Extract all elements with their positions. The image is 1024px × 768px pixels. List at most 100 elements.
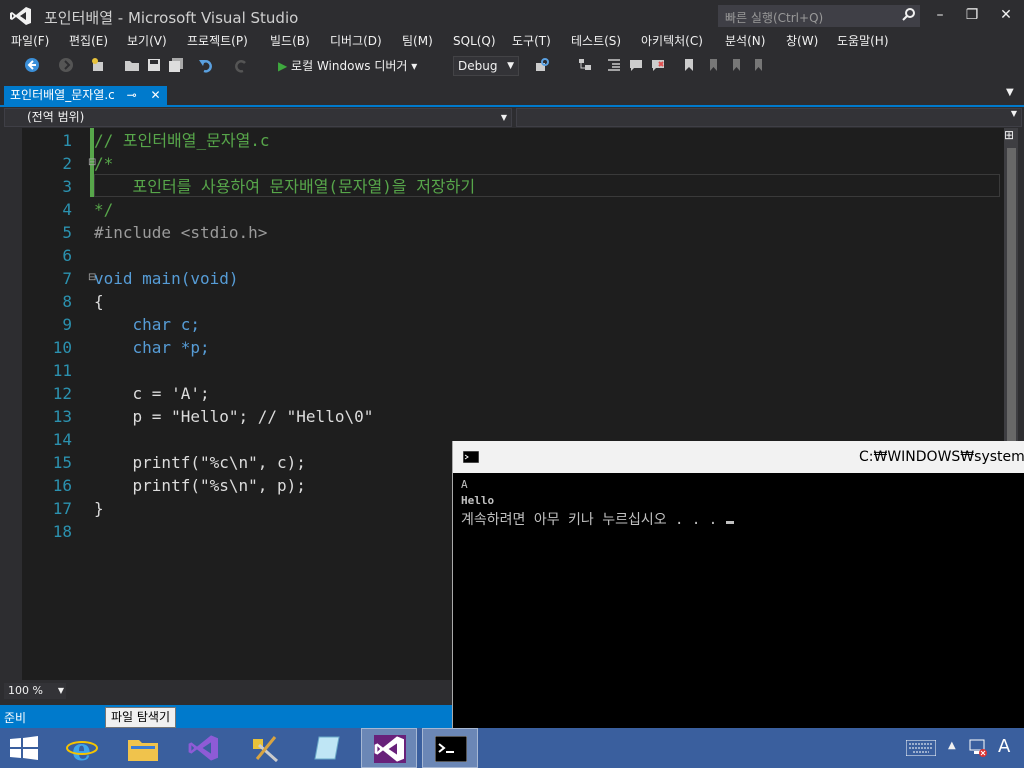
line-number: 1 [62,131,72,150]
menu-architecture[interactable]: 아키텍처(C) [641,32,703,50]
menu-edit[interactable]: 편집(E) [69,32,108,50]
line-number: 10 [52,338,72,357]
undo-icon[interactable] [198,57,214,73]
code-text: char *p; [94,338,210,357]
menu-window[interactable]: 창(W) [786,32,818,50]
console-app-icon [463,451,479,463]
console-title-bar[interactable]: C:₩WINDOWS₩system32 [453,441,1024,473]
code-text: void main(void) [94,269,239,288]
code-text: } [94,499,104,518]
line-number: 13 [52,407,72,426]
taskbar-command-prompt[interactable] [422,728,478,768]
menu-sql[interactable]: SQL(Q) [453,32,496,50]
forward-icon[interactable] [58,57,74,73]
line-number: 8 [62,292,72,311]
split-editor-icon[interactable]: ⊞ [1004,128,1014,142]
show-hidden-icons-icon[interactable]: ▲ [948,740,956,751]
console-line: 계속하려면 아무 키나 누르십시오 . . . [461,512,726,528]
code-text: */ [94,200,114,219]
line-number: 17 [52,499,72,518]
code-line: 3 포인터를 사용하여 문자배열(문자열)을 저장하기 [22,175,1004,198]
code-line: 4 */ [22,198,1004,221]
open-file-icon[interactable] [124,57,140,73]
visual-studio-icon [188,735,218,761]
taskbar-notepad-app[interactable] [299,728,355,768]
close-tab-icon[interactable]: ✕ [150,88,160,102]
scope-select[interactable]: (전역 범위) ▼ [4,108,512,127]
code-line: 10 char *p; [22,336,1004,359]
member-select[interactable]: ▼ [516,108,1022,127]
console-window[interactable]: C:₩WINDOWS₩system32 A Hello 계속하려면 아무 키나 … [452,441,1024,730]
console-line: Hello [461,494,495,507]
back-icon[interactable] [24,57,40,73]
next-bookmark-icon[interactable] [727,57,743,73]
line-number: 2 [62,154,72,173]
save-icon[interactable] [146,57,162,73]
ime-indicator[interactable]: A [998,736,1010,757]
minimize-button[interactable]: – [926,4,954,26]
menu-test[interactable]: 테스트(S) [571,32,621,50]
menu-project[interactable]: 프로젝트(P) [187,32,248,50]
taskbar-file-explorer[interactable] [115,728,171,768]
clear-bookmarks-icon[interactable] [751,57,767,73]
line-number: 3 [62,177,72,196]
command-prompt-icon [435,736,467,762]
zoom-select[interactable]: 100 % ▼ [4,683,66,699]
line-number: 12 [52,384,72,403]
menu-build[interactable]: 빌드(B) [270,32,310,50]
code-line: 1 // 포인터배열_문자열.c [22,129,1004,152]
pin-icon[interactable]: ⊸ [127,88,137,102]
chevron-down-icon: ▼ [500,113,507,122]
menu-file[interactable]: 파일(F) [11,32,49,50]
solution-explorer-icon[interactable] [577,57,593,73]
quick-launch-input[interactable]: 빠른 실행(Ctrl+Q) [718,5,920,27]
code-line: 12 c = 'A'; [22,382,1004,405]
search-icon[interactable] [902,7,916,21]
status-text: 준비 [4,711,27,725]
taskbar-internet-explorer[interactable]: e [54,728,110,768]
taskbar-visual-studio-active[interactable] [361,728,417,768]
code-line: 11 [22,359,1004,382]
code-text: p = "Hello"; // "Hello\0" [94,407,374,426]
previous-bookmark-icon[interactable] [704,57,720,73]
menu-tools[interactable]: 도구(T) [512,32,551,50]
tab-overflow-dropdown-icon[interactable]: ▼ [1006,87,1014,98]
save-all-icon[interactable] [168,57,184,73]
navigation-bar: (전역 범위) ▼ ▼ [4,107,1022,127]
taskbar-visual-studio[interactable] [176,728,232,768]
solution-configuration-select[interactable]: Debug ▼ [453,56,519,76]
uncomment-icon[interactable] [650,57,666,73]
find-in-files-icon[interactable] [534,57,550,73]
restore-button[interactable]: ❐ [958,4,986,26]
start-debugger-button[interactable]: ▶ 로컬 Windows 디버거 ▾ [278,56,417,76]
redo-icon[interactable] [233,57,249,73]
line-number: 11 [52,361,72,380]
window-title: 포인터배열 - Microsoft Visual Studio [44,9,299,27]
bookmark-icon[interactable] [681,57,697,73]
taskbar-tool-app[interactable] [237,728,293,768]
network-icon[interactable] [968,738,988,758]
close-window-button[interactable]: ✕ [992,4,1020,26]
comment-icon[interactable] [628,57,644,73]
line-number: 9 [62,315,72,334]
code-text: printf("%s\n", p); [94,476,306,495]
menu-analyze[interactable]: 분석(N) [725,32,765,50]
menu-team[interactable]: 팀(M) [402,32,433,50]
new-project-icon[interactable] [90,57,106,73]
tab-source-file[interactable]: 포인터배열_문자열.c ⊸ ✕ [4,86,167,105]
indent-icon[interactable] [606,57,622,73]
quick-launch-placeholder: 빠른 실행(Ctrl+Q) [725,11,824,25]
line-number: 7 [62,269,72,288]
code-text: { [94,292,104,311]
line-number: 15 [52,453,72,472]
windows-start-icon[interactable] [10,736,38,760]
menu-view[interactable]: 보기(V) [127,32,167,50]
keyboard-icon[interactable] [906,740,936,756]
code-line: 5 #include <stdio.h> [22,221,1004,244]
menu-help[interactable]: 도움말(H) [837,32,889,50]
menu-debug[interactable]: 디버그(D) [330,32,382,50]
console-title: C:₩WINDOWS₩system32 [859,449,1024,465]
tab-label: 포인터배열_문자열.c [10,88,115,102]
code-line: 7 void main(void) [22,267,1004,290]
folder-icon [128,740,158,761]
